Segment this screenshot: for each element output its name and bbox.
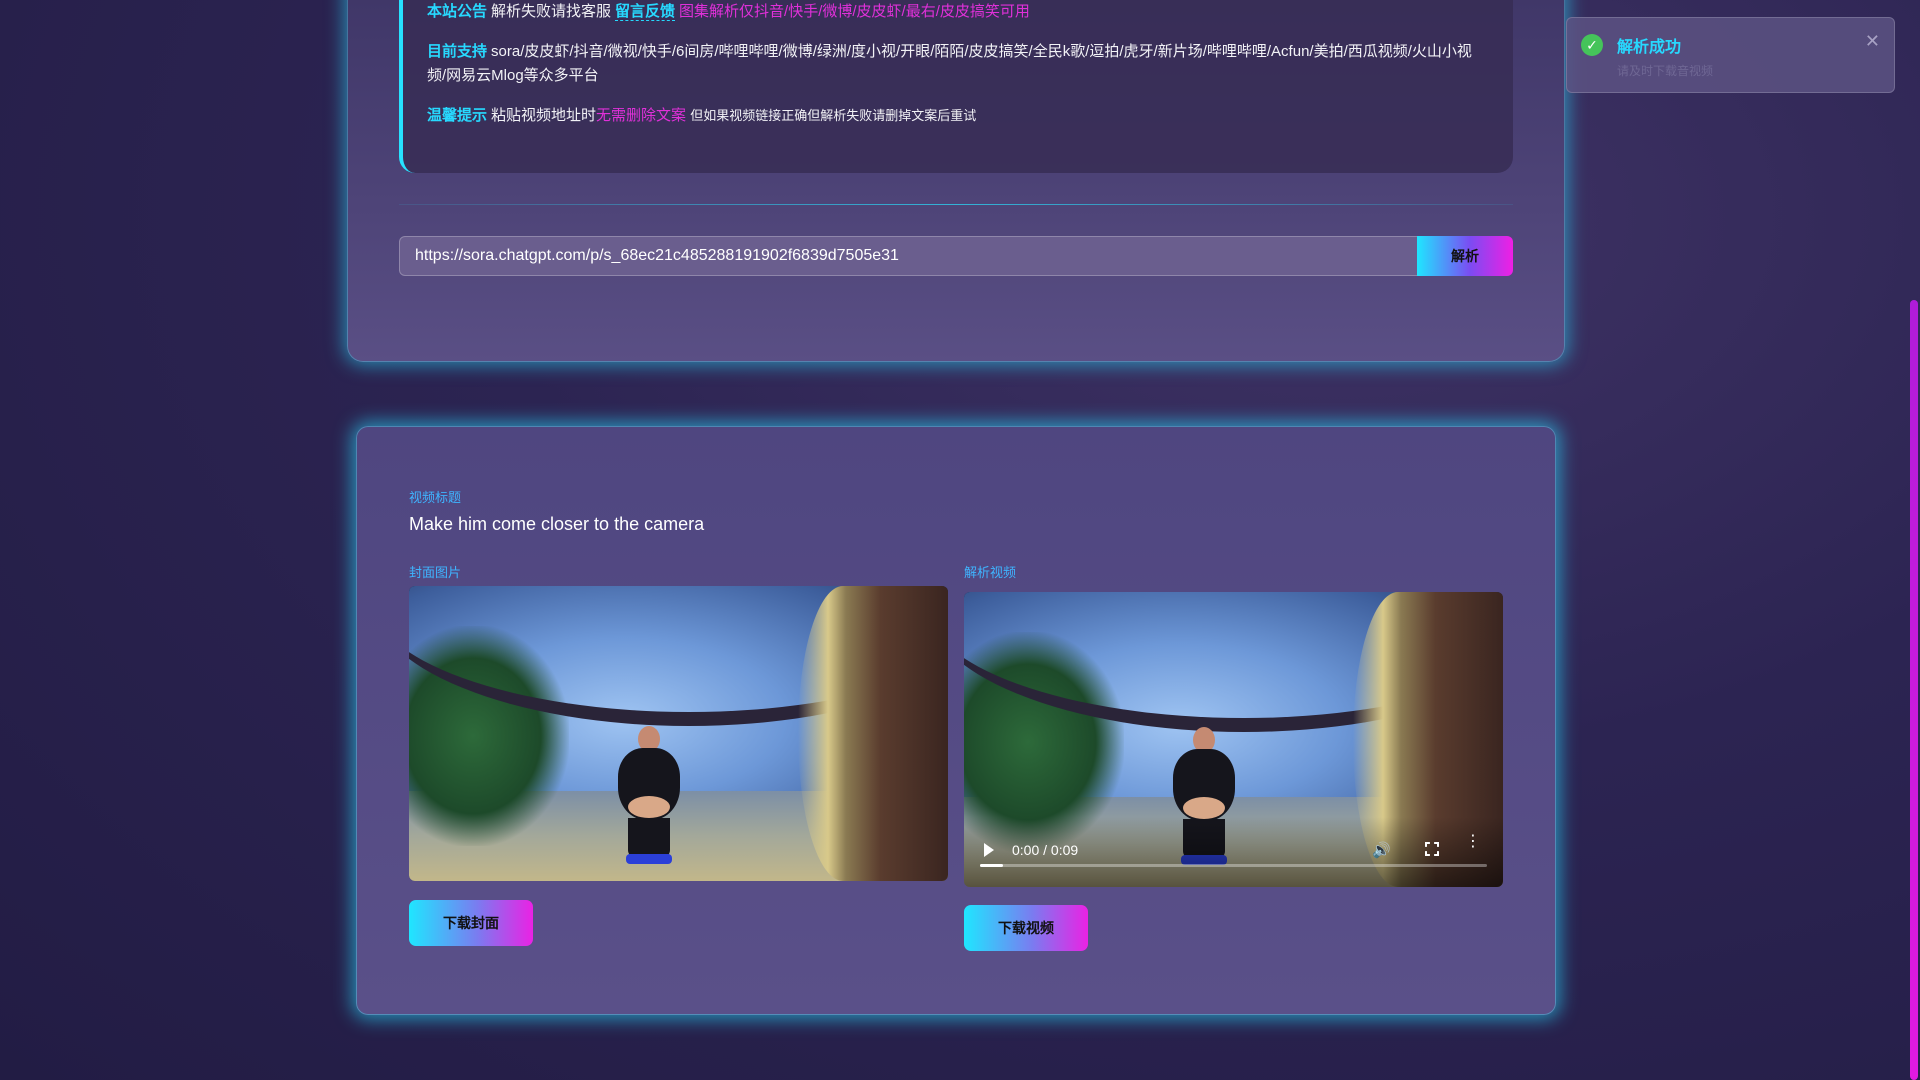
parse-card: 本站公告 解析失败请找客服 留言反馈 图集解析仅抖音/快手/微博/皮皮虾/最右/皮皮搞… <box>347 0 1565 362</box>
volume-icon[interactable]: 🔊 <box>1372 841 1391 859</box>
supported-text: sora/皮皮虾/抖音/微视/快手/6间房/哔哩哔哩/微博/绿洲/度小视/开眼/… <box>427 43 1472 84</box>
toast-title: 解析成功 <box>1617 39 1682 56</box>
supported-label: 目前支持 <box>427 43 488 60</box>
video-title-label: 视频标题 <box>409 490 462 505</box>
video-label: 解析视频 <box>964 565 1017 580</box>
fullscreen-icon[interactable] <box>1425 842 1439 856</box>
video-time: 0:00 / 0:09 <box>1012 842 1079 858</box>
cover-scene <box>409 586 948 881</box>
success-toast: ✓ 解析成功 请及时下载音视频 ✕ <box>1566 17 1895 93</box>
video-progress-fill <box>980 864 1003 867</box>
download-cover-button[interactable]: 下载封面 <box>409 900 533 946</box>
cover-image <box>409 586 948 881</box>
notice-supported: 目前支持 sora/皮皮虾/抖音/微视/快手/6间房/哔哩哔哩/微博/绿洲/度小视… <box>427 40 1489 88</box>
url-row: 解析 <box>399 236 1513 276</box>
page-scrollbar[interactable] <box>1906 0 1920 1080</box>
announcement-text: 解析失败请找客服 <box>491 3 612 20</box>
video-player[interactable]: 0:00 / 0:09 🔊 ⋮ <box>964 592 1503 887</box>
download-video-button[interactable]: 下载视频 <box>964 905 1088 951</box>
video-controls: 0:00 / 0:09 🔊 ⋮ <box>964 817 1503 887</box>
parse-button[interactable]: 解析 <box>1417 236 1513 276</box>
video-title: Make him come closer to the camera <box>409 514 705 534</box>
play-icon[interactable] <box>984 843 994 857</box>
tip-small: 但如果视频链接正确但解析失败请删掉文案后重试 <box>690 108 977 123</box>
tip-text: 粘贴视频地址时 <box>491 107 597 124</box>
url-input[interactable] <box>399 236 1417 276</box>
feedback-link[interactable]: 留言反馈 <box>615 3 676 21</box>
notice-box: 本站公告 解析失败请找客服 留言反馈 图集解析仅抖音/快手/微博/皮皮虾/最右/皮皮搞… <box>399 0 1513 173</box>
notice-announcement: 本站公告 解析失败请找客服 留言反馈 图集解析仅抖音/快手/微博/皮皮虾/最右/皮皮搞… <box>427 0 1489 24</box>
cover-label: 封面图片 <box>409 565 462 580</box>
gallery-note: 图集解析仅抖音/快手/微博/皮皮虾/最右/皮皮搞笑可用 <box>679 3 1030 20</box>
video-progress-bar[interactable] <box>980 864 1487 867</box>
tip-label: 温馨提示 <box>427 107 488 124</box>
tip-highlight: 无需删除文案 <box>596 107 687 124</box>
check-circle-icon: ✓ <box>1581 34 1603 56</box>
page-scrollbar-thumb[interactable] <box>1910 300 1918 1080</box>
more-vert-icon[interactable]: ⋮ <box>1465 834 1481 850</box>
divider <box>399 204 1513 205</box>
announcement-label: 本站公告 <box>427 3 488 20</box>
toast-subtitle: 请及时下载音视频 <box>1617 64 1714 78</box>
person-figure <box>614 726 684 866</box>
result-card: 视频标题 Make him come closer to the camera … <box>356 426 1556 1015</box>
close-icon[interactable]: ✕ <box>1865 31 1880 52</box>
notice-tip: 温馨提示 粘贴视频地址时无需删除文案 但如果视频链接正确但解析失败请删掉文案后重试 <box>427 104 1489 128</box>
